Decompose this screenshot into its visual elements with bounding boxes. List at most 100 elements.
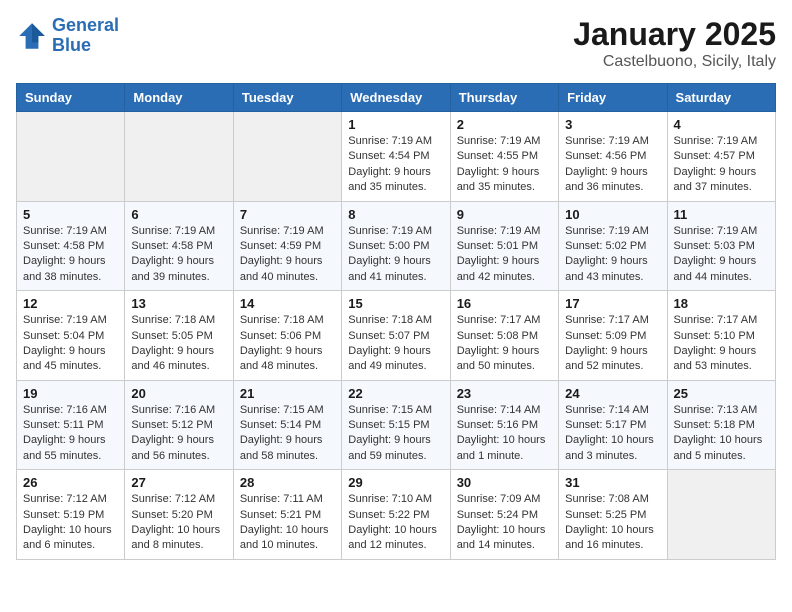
calendar-cell: 16 Sunrise: 7:17 AM Sunset: 5:08 PM Dayli… (450, 291, 558, 381)
day-info: Sunrise: 7:12 AM Sunset: 5:19 PM Dayligh… (23, 492, 118, 554)
day-info: Sunrise: 7:19 AM Sunset: 4:54 PM Dayligh… (348, 134, 443, 196)
day-number: 29 (348, 475, 443, 490)
day-number: 3 (565, 117, 660, 132)
day-number: 12 (23, 296, 118, 311)
calendar-cell: 26 Sunrise: 7:12 AM Sunset: 5:19 PM Dayli… (17, 470, 125, 560)
calendar-cell: 23 Sunrise: 7:14 AM Sunset: 5:16 PM Dayli… (450, 380, 558, 470)
day-number: 15 (348, 296, 443, 311)
day-number: 18 (674, 296, 769, 311)
day-number: 13 (131, 296, 226, 311)
calendar-cell (233, 112, 341, 202)
logo-text: General Blue (52, 16, 119, 56)
day-info: Sunrise: 7:18 AM Sunset: 5:06 PM Dayligh… (240, 313, 335, 375)
calendar-cell: 17Sunrise: 7:17 AM Sunset: 5:09 PM Dayli… (559, 291, 667, 381)
calendar-cell: 24 Sunrise: 7:14 AM Sunset: 5:17 PM Dayli… (559, 380, 667, 470)
day-number: 1 (348, 117, 443, 132)
day-number: 24 (565, 386, 660, 401)
day-number: 8 (348, 207, 443, 222)
calendar-cell: 4 Sunrise: 7:19 AM Sunset: 4:57 PM Daylig… (667, 112, 775, 202)
weekday-header: Wednesday (342, 84, 450, 112)
day-info: Sunrise: 7:14 AM Sunset: 5:17 PM Dayligh… (565, 403, 660, 465)
day-number: 7 (240, 207, 335, 222)
calendar-cell: 21 Sunrise: 7:15 AM Sunset: 5:14 PM Dayli… (233, 380, 341, 470)
calendar-cell: 12 Sunrise: 7:19 AM Sunset: 5:04 PM Dayli… (17, 291, 125, 381)
day-number: 4 (674, 117, 769, 132)
calendar-cell: 29 Sunrise: 7:10 AM Sunset: 5:22 PM Dayli… (342, 470, 450, 560)
day-info: Sunrise: 7:19 AM Sunset: 4:58 PM Dayligh… (23, 224, 118, 286)
day-number: 23 (457, 386, 552, 401)
day-number: 31 (565, 475, 660, 490)
day-info: Sunrise: 7:18 AM Sunset: 5:07 PM Dayligh… (348, 313, 443, 375)
weekday-header: Saturday (667, 84, 775, 112)
day-info: Sunrise: 7:19 AM Sunset: 4:59 PM Dayligh… (240, 224, 335, 286)
day-number: 25 (674, 386, 769, 401)
day-number: 2 (457, 117, 552, 132)
day-info: Sunrise: 7:17 AM Sunset: 5:09 PM Dayligh… (565, 313, 660, 375)
day-info: Sunrise: 7:08 AM Sunset: 5:25 PM Dayligh… (565, 492, 660, 554)
day-number: 19 (23, 386, 118, 401)
calendar-cell: 28 Sunrise: 7:11 AM Sunset: 5:21 PM Dayli… (233, 470, 341, 560)
day-number: 21 (240, 386, 335, 401)
calendar-cell: 30 Sunrise: 7:09 AM Sunset: 5:24 PM Dayli… (450, 470, 558, 560)
calendar-table: SundayMondayTuesdayWednesdayThursdayFrid… (16, 83, 776, 560)
day-info: Sunrise: 7:19 AM Sunset: 5:03 PM Dayligh… (674, 224, 769, 286)
day-number: 5 (23, 207, 118, 222)
calendar-cell: 15 Sunrise: 7:18 AM Sunset: 5:07 PM Dayli… (342, 291, 450, 381)
day-info: Sunrise: 7:12 AM Sunset: 5:20 PM Dayligh… (131, 492, 226, 554)
day-info: Sunrise: 7:10 AM Sunset: 5:22 PM Dayligh… (348, 492, 443, 554)
day-number: 10 (565, 207, 660, 222)
calendar-subtitle: Castelbuono, Sicily, Italy (573, 53, 776, 71)
calendar-cell: 31 Sunrise: 7:08 AM Sunset: 5:25 PM Dayli… (559, 470, 667, 560)
day-number: 14 (240, 296, 335, 311)
weekday-header: Tuesday (233, 84, 341, 112)
day-number: 6 (131, 207, 226, 222)
day-info: Sunrise: 7:18 AM Sunset: 5:05 PM Dayligh… (131, 313, 226, 375)
calendar-cell: 27Sunrise: 7:12 AM Sunset: 5:20 PM Dayli… (125, 470, 233, 560)
calendar-cell: 11 Sunrise: 7:19 AM Sunset: 5:03 PM Dayli… (667, 201, 775, 291)
day-number: 30 (457, 475, 552, 490)
calendar-cell: 9Sunrise: 7:19 AM Sunset: 5:01 PM Daylig… (450, 201, 558, 291)
day-info: Sunrise: 7:17 AM Sunset: 5:08 PM Dayligh… (457, 313, 552, 375)
weekday-header: Sunday (17, 84, 125, 112)
calendar-cell: 25 Sunrise: 7:13 AM Sunset: 5:18 PM Dayli… (667, 380, 775, 470)
weekday-header: Monday (125, 84, 233, 112)
calendar-cell: 19 Sunrise: 7:16 AM Sunset: 5:11 PM Dayli… (17, 380, 125, 470)
calendar-cell: 2 Sunrise: 7:19 AM Sunset: 4:55 PM Daylig… (450, 112, 558, 202)
day-info: Sunrise: 7:19 AM Sunset: 4:56 PM Dayligh… (565, 134, 660, 196)
calendar-cell: 20Sunrise: 7:16 AM Sunset: 5:12 PM Dayli… (125, 380, 233, 470)
calendar-title: January 2025 (573, 16, 776, 53)
day-info: Sunrise: 7:14 AM Sunset: 5:16 PM Dayligh… (457, 403, 552, 465)
calendar-cell (667, 470, 775, 560)
day-number: 16 (457, 296, 552, 311)
calendar-cell: 6 Sunrise: 7:19 AM Sunset: 4:58 PM Daylig… (125, 201, 233, 291)
calendar-cell: 14 Sunrise: 7:18 AM Sunset: 5:06 PM Dayli… (233, 291, 341, 381)
day-number: 22 (348, 386, 443, 401)
calendar-cell: 7 Sunrise: 7:19 AM Sunset: 4:59 PM Daylig… (233, 201, 341, 291)
weekday-header: Thursday (450, 84, 558, 112)
calendar-cell: 8 Sunrise: 7:19 AM Sunset: 5:00 PM Daylig… (342, 201, 450, 291)
calendar-cell: 18 Sunrise: 7:17 AM Sunset: 5:10 PM Dayli… (667, 291, 775, 381)
day-number: 11 (674, 207, 769, 222)
day-info: Sunrise: 7:19 AM Sunset: 5:00 PM Dayligh… (348, 224, 443, 286)
day-info: Sunrise: 7:15 AM Sunset: 5:14 PM Dayligh… (240, 403, 335, 465)
day-info: Sunrise: 7:11 AM Sunset: 5:21 PM Dayligh… (240, 492, 335, 554)
day-info: Sunrise: 7:13 AM Sunset: 5:18 PM Dayligh… (674, 403, 769, 465)
day-number: 20 (131, 386, 226, 401)
day-number: 28 (240, 475, 335, 490)
day-info: Sunrise: 7:09 AM Sunset: 5:24 PM Dayligh… (457, 492, 552, 554)
calendar-cell: 3 Sunrise: 7:19 AM Sunset: 4:56 PM Daylig… (559, 112, 667, 202)
day-number: 9 (457, 207, 552, 222)
day-info: Sunrise: 7:19 AM Sunset: 4:55 PM Dayligh… (457, 134, 552, 196)
day-info: Sunrise: 7:19 AM Sunset: 4:57 PM Dayligh… (674, 134, 769, 196)
calendar-cell: 5 Sunrise: 7:19 AM Sunset: 4:58 PM Daylig… (17, 201, 125, 291)
day-info: Sunrise: 7:17 AM Sunset: 5:10 PM Dayligh… (674, 313, 769, 375)
calendar-cell: 22Sunrise: 7:15 AM Sunset: 5:15 PM Dayli… (342, 380, 450, 470)
day-info: Sunrise: 7:19 AM Sunset: 5:02 PM Dayligh… (565, 224, 660, 286)
calendar-cell (17, 112, 125, 202)
day-info: Sunrise: 7:19 AM Sunset: 5:04 PM Dayligh… (23, 313, 118, 375)
day-info: Sunrise: 7:16 AM Sunset: 5:11 PM Dayligh… (23, 403, 118, 465)
day-number: 26 (23, 475, 118, 490)
calendar-cell: 13 Sunrise: 7:18 AM Sunset: 5:05 PM Dayli… (125, 291, 233, 381)
calendar-cell (125, 112, 233, 202)
day-info: Sunrise: 7:19 AM Sunset: 4:58 PM Dayligh… (131, 224, 226, 286)
